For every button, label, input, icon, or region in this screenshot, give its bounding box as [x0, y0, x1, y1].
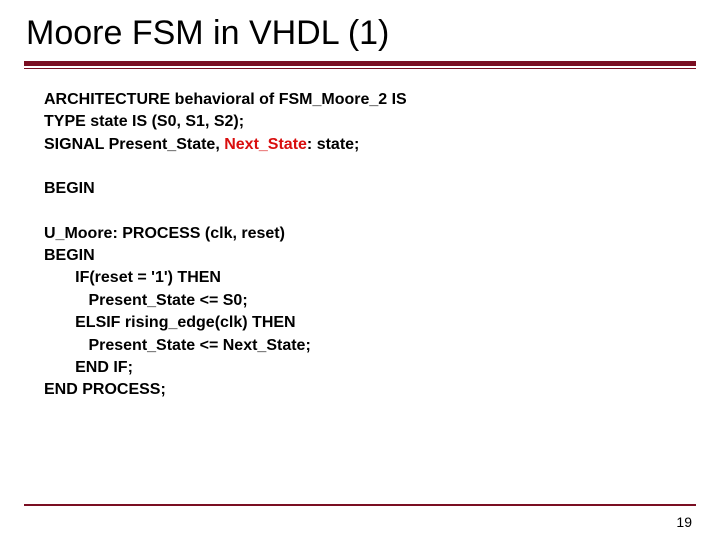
code-line: ARCHITECTURE behavioral of FSM_Moore_2 I… — [44, 89, 696, 111]
code-text: SIGNAL Present_State, — [44, 136, 224, 153]
code-line: END PROCESS; — [44, 379, 696, 401]
code-block: ARCHITECTURE behavioral of FSM_Moore_2 I… — [24, 69, 696, 402]
code-line: Present_State <= S0; — [44, 290, 696, 312]
code-line: BEGIN — [44, 245, 696, 267]
blank-line — [44, 201, 696, 223]
code-line: U_Moore: PROCESS (clk, reset) — [44, 223, 696, 245]
code-text: : state; — [307, 136, 359, 153]
code-line: TYPE state IS (S0, S1, S2); — [44, 111, 696, 133]
code-line: IF(reset = '1') THEN — [44, 267, 696, 289]
blank-line — [44, 156, 696, 178]
code-line: Present_State <= Next_State; — [44, 335, 696, 357]
code-line: ELSIF rising_edge(clk) THEN — [44, 312, 696, 334]
footer-rule — [24, 504, 696, 506]
code-line: END IF; — [44, 357, 696, 379]
code-highlight: Next_State — [224, 136, 307, 153]
code-line: SIGNAL Present_State, Next_State: state; — [44, 134, 696, 156]
title-rule-thick — [24, 61, 696, 66]
code-line: BEGIN — [44, 178, 696, 200]
slide: Moore FSM in VHDL (1) ARCHITECTURE behav… — [0, 0, 720, 540]
page-number: 19 — [676, 514, 692, 530]
slide-title: Moore FSM in VHDL (1) — [24, 14, 696, 53]
